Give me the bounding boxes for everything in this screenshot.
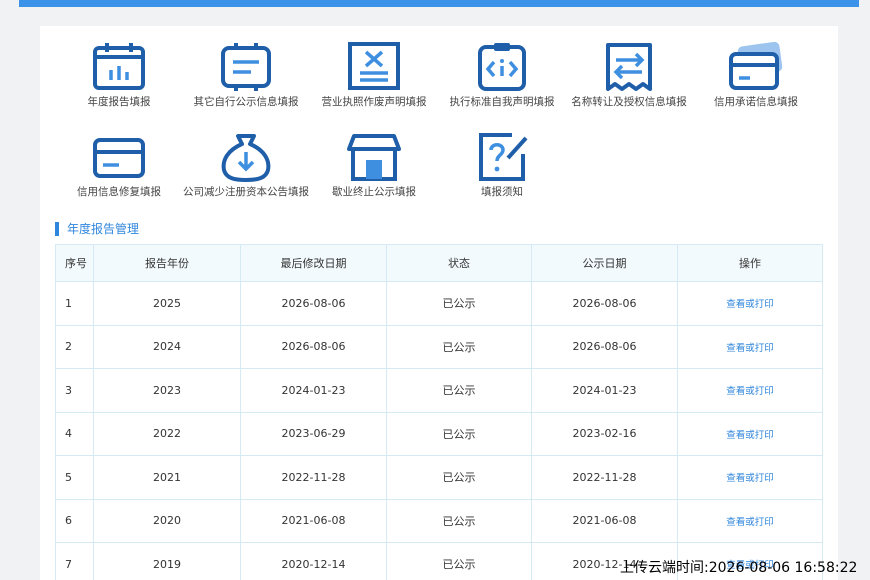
table-cell: 已公示 bbox=[386, 455, 532, 500]
table-cell: 查看或打印 bbox=[677, 411, 823, 456]
table-cell: 已公示 bbox=[386, 324, 532, 369]
column-header: 序号 bbox=[55, 244, 94, 282]
section-title-annual-report: 年度报告管理 bbox=[55, 222, 139, 236]
view-or-print-link[interactable]: 查看或打印 bbox=[726, 343, 774, 354]
tile-label: 名称转让及授权信息填报 bbox=[571, 96, 687, 108]
table-cell: 2023 bbox=[93, 368, 241, 413]
table-row: 2 2024 2026-08-06 已公示 2026-08-06 查看或打印 bbox=[55, 324, 823, 369]
tile-label: 信用承诺信息填报 bbox=[714, 96, 798, 108]
tile-other-disclosure[interactable]: 其它自行公示信息填报 bbox=[176, 42, 316, 109]
table-cell: 1 bbox=[55, 281, 94, 326]
table-cell: 2026-08-06 bbox=[531, 324, 678, 369]
tile-label: 年度报告填报 bbox=[87, 96, 151, 108]
tile-capital-reduction[interactable]: 公司减少注册资本公告填报 bbox=[176, 132, 316, 199]
view-or-print-link[interactable]: 查看或打印 bbox=[726, 430, 774, 441]
table-cell: 3 bbox=[55, 368, 94, 413]
table-cell: 2020-12-14 bbox=[240, 542, 387, 580]
table-cell: 2 bbox=[55, 324, 94, 369]
tile-label: 填报须知 bbox=[481, 186, 523, 198]
column-header: 状态 bbox=[386, 244, 532, 282]
tile-credit-repair[interactable]: 信用信息修复填报 bbox=[49, 132, 189, 199]
tile-annual-report[interactable]: 年度报告填报 bbox=[49, 42, 189, 109]
table-cell: 2019 bbox=[93, 542, 241, 580]
table-cell: 2020 bbox=[93, 498, 241, 543]
table-cell: 已公示 bbox=[386, 542, 532, 580]
calendar-chart-icon bbox=[93, 43, 145, 90]
tile-label: 营业执照作废声明填报 bbox=[321, 96, 427, 108]
table-cell: 7 bbox=[55, 542, 94, 580]
tile-label: 信用信息修复填报 bbox=[77, 186, 161, 198]
table-cell: 2022-11-28 bbox=[531, 455, 678, 500]
table-cell: 查看或打印 bbox=[677, 455, 823, 500]
clipboard-code-icon bbox=[478, 43, 526, 91]
table-cell: 已公示 bbox=[386, 368, 532, 413]
table-cell: 2024-01-23 bbox=[531, 368, 678, 413]
tile-label: 其它自行公示信息填报 bbox=[193, 96, 299, 108]
column-header: 公示日期 bbox=[531, 244, 678, 282]
table-header-row: 序号 报告年份 最后修改日期 状态 公示日期 操作 bbox=[55, 244, 823, 282]
tile-filing-notice[interactable]: 填报须知 bbox=[432, 132, 572, 199]
upload-timestamp-overlay: 上传云端时间:2026-08-06 16:58:22 bbox=[620, 560, 858, 576]
table-cell: 查看或打印 bbox=[677, 368, 823, 413]
table-row: 3 2023 2024-01-23 已公示 2024-01-23 查看或打印 bbox=[55, 368, 823, 413]
transfer-arrows-icon bbox=[606, 43, 652, 91]
tile-name-transfer[interactable]: 名称转让及授权信息填报 bbox=[559, 42, 699, 109]
table-cell: 4 bbox=[55, 411, 94, 456]
money-bag-down-icon bbox=[221, 134, 271, 182]
table-row: 5 2021 2022-11-28 已公示 2022-11-28 查看或打印 bbox=[55, 455, 823, 500]
card-repair-icon bbox=[93, 138, 145, 178]
tile-credit-commitment[interactable]: 信用承诺信息填报 bbox=[686, 42, 826, 109]
tile-label: 公司减少注册资本公告填报 bbox=[183, 186, 309, 198]
table-cell: 查看或打印 bbox=[677, 281, 823, 326]
table-row: 4 2022 2023-06-29 已公示 2023-02-16 查看或打印 bbox=[55, 411, 823, 456]
table-cell: 2024-01-23 bbox=[240, 368, 387, 413]
main-panel: 年度报告填报 其它自行公示信息填报 营业执照作废声明填报 执行标准自我声明填报 … bbox=[40, 26, 838, 580]
tile-label: 歇业终止公示填报 bbox=[332, 186, 416, 198]
column-header: 报告年份 bbox=[93, 244, 241, 282]
table-cell: 2026-08-06 bbox=[531, 281, 678, 326]
license-void-icon bbox=[348, 42, 400, 90]
table-cell: 2021-06-08 bbox=[240, 498, 387, 543]
table-cell: 已公示 bbox=[386, 281, 532, 326]
view-or-print-link[interactable]: 查看或打印 bbox=[726, 473, 774, 484]
table-cell: 2023-06-29 bbox=[240, 411, 387, 456]
shop-closed-icon bbox=[347, 134, 401, 181]
view-or-print-link[interactable]: 查看或打印 bbox=[726, 517, 774, 528]
table-cell: 查看或打印 bbox=[677, 498, 823, 543]
top-bar bbox=[19, 0, 859, 7]
view-or-print-link[interactable]: 查看或打印 bbox=[726, 299, 774, 310]
table-cell: 2022-11-28 bbox=[240, 455, 387, 500]
column-header: 操作 bbox=[677, 244, 823, 282]
table-cell: 6 bbox=[55, 498, 94, 543]
credit-card-icon bbox=[729, 42, 783, 90]
tile-business-closure[interactable]: 歇业终止公示填报 bbox=[304, 132, 444, 199]
table-cell: 已公示 bbox=[386, 498, 532, 543]
view-or-print-link[interactable]: 查看或打印 bbox=[726, 386, 774, 397]
table-cell: 2026-08-06 bbox=[240, 281, 387, 326]
tile-label: 执行标准自我声明填报 bbox=[449, 96, 555, 108]
column-header: 最后修改日期 bbox=[240, 244, 387, 282]
table-cell: 5 bbox=[55, 455, 94, 500]
table-cell: 已公示 bbox=[386, 411, 532, 456]
table-cell: 2022 bbox=[93, 411, 241, 456]
annual-report-table: 序号 报告年份 最后修改日期 状态 公示日期 操作 1 2025 2026-08-0… bbox=[55, 244, 823, 580]
document-list-icon bbox=[221, 43, 271, 91]
table-cell: 2021-06-08 bbox=[531, 498, 678, 543]
tile-license-void[interactable]: 营业执照作废声明填报 bbox=[304, 42, 444, 109]
table-cell: 2021 bbox=[93, 455, 241, 500]
table-cell: 2025 bbox=[93, 281, 241, 326]
table-row: 6 2020 2021-06-08 已公示 2021-06-08 查看或打印 bbox=[55, 498, 823, 543]
table-cell: 2024 bbox=[93, 324, 241, 369]
table-row: 1 2025 2026-08-06 已公示 2026-08-06 查看或打印 bbox=[55, 281, 823, 326]
table-cell: 2023-02-16 bbox=[531, 411, 678, 456]
question-pen-icon bbox=[479, 133, 528, 181]
table-cell: 查看或打印 bbox=[677, 324, 823, 369]
tile-standard-declaration[interactable]: 执行标准自我声明填报 bbox=[432, 42, 572, 109]
table-cell: 2026-08-06 bbox=[240, 324, 387, 369]
